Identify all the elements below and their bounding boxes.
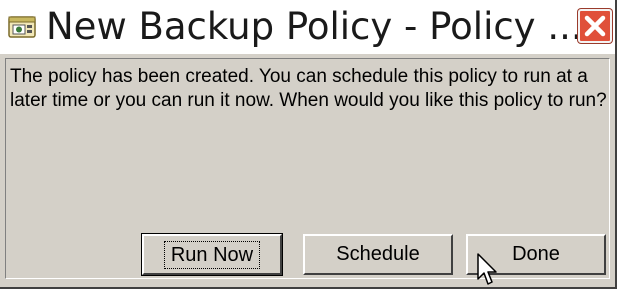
close-button[interactable] — [578, 9, 612, 43]
done-button[interactable]: Done — [466, 234, 606, 275]
close-icon — [584, 15, 606, 37]
done-label: Done — [512, 243, 560, 265]
window-title: New Backup Policy - Policy ... — [46, 5, 583, 48]
message-text: The policy has been created. You can sch… — [10, 66, 607, 111]
schedule-button[interactable]: Schedule — [303, 234, 453, 275]
title-bar[interactable]: New Backup Policy - Policy ... — [0, 0, 615, 54]
run-now-button[interactable]: Run Now — [141, 233, 283, 276]
policy-window-icon — [8, 16, 36, 38]
backup-policy-dialog: New Backup Policy - Policy ... The polic… — [0, 0, 617, 289]
schedule-label: Schedule — [336, 243, 420, 265]
run-now-label: Run Now — [163, 240, 261, 269]
